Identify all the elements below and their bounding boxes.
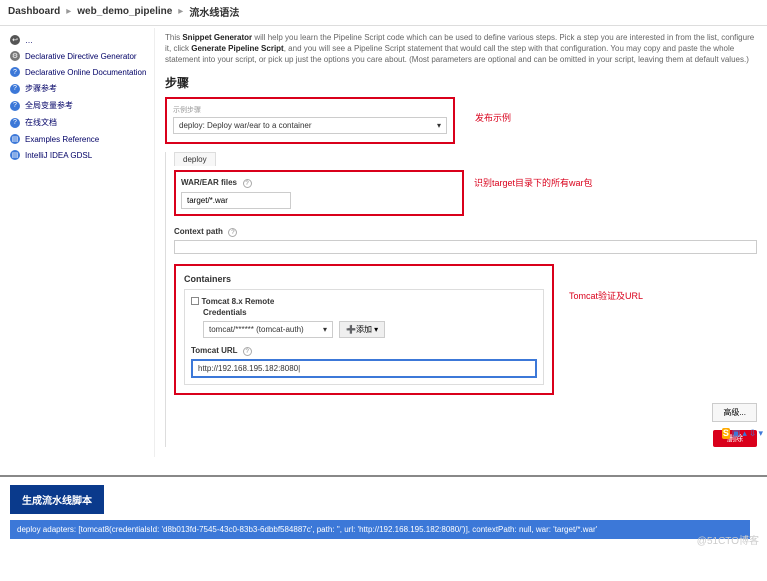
breadcrumb-page[interactable]: 流水线语法 [189,4,239,19]
share-icons[interactable]: S▣▴⇩▾ [722,428,763,439]
step-select-box: 示例步骤 deploy: Deploy war/ear to a contain… [165,97,455,144]
generate-pipeline-button[interactable]: 生成流水线脚本 [10,485,104,514]
context-path-input[interactable] [174,240,757,254]
chevron-down-icon: ▾ [323,325,327,334]
war-files-label: WAR/EAR files [181,178,237,187]
war-files-input[interactable] [181,192,291,209]
step-selected-label: deploy: Deploy war/ear to a container [179,121,312,130]
deploy-tab[interactable]: deploy [174,152,216,166]
advanced-button[interactable]: 高级... [712,403,757,422]
misc-icon[interactable]: ▣ [732,428,741,439]
war-files-box: WAR/EAR files ? [174,170,464,216]
drag-handle-icon[interactable] [191,297,199,305]
credentials-label: Credentials [203,308,537,317]
sidebar-item-online-docs[interactable]: ?在线文档 [6,114,154,131]
help-icon[interactable]: ? [243,347,252,356]
step-dropdown[interactable]: deploy: Deploy war/ear to a container ▾ [173,117,447,134]
containers-box: Containers Tomcat 8.x Remote Credentials… [174,264,554,395]
breadcrumb-project[interactable]: web_demo_pipeline [77,6,172,17]
add-credentials-button[interactable]: ➕添加 ▾ [339,321,385,338]
intro-text: This Snippet Generator will help you lea… [165,32,757,66]
misc-icon[interactable]: ▴ [742,428,747,439]
help-icon[interactable]: ? [228,228,237,237]
sidebar-item-global-vars[interactable]: ?全局变量参考 [6,97,154,114]
share-icon[interactable]: S [722,428,730,439]
tomcat-url-input[interactable] [191,359,537,378]
step-hint: 示例步骤 [167,105,453,115]
help-icon[interactable]: ? [243,179,252,188]
misc-icon[interactable]: ⇩ [749,428,757,439]
chevron-right-icon: ▸ [66,6,71,17]
tomcat-title: Tomcat 8.x Remote [202,297,275,306]
annotation-war: 识别target目录下的所有war包 [474,176,593,189]
context-path-label: Context path [174,227,223,236]
pipeline-script-result[interactable]: deploy adapters: [tomcat8(credentialsId:… [10,520,750,539]
document-icon: ▤ [10,134,20,144]
misc-icon[interactable]: ▾ [758,428,763,439]
section-steps-title: 步骤 [165,74,757,91]
gear-icon: ⚙ [10,51,20,61]
credentials-dropdown[interactable]: tomcat/****** (tomcat-auth) ▾ [203,321,333,338]
back-icon: ↩ [10,35,20,45]
help-icon: ? [10,67,20,77]
watermark: @51CTO博客 [697,532,759,547]
sidebar-item-intellij-gdsl[interactable]: ▤IntelliJ IDEA GDSL [6,147,154,163]
sidebar-item-directive-generator[interactable]: ⚙Declarative Directive Generator [6,48,154,64]
help-icon: ? [10,84,20,94]
sidebar-item-back[interactable]: ↩… [6,32,154,48]
document-icon: ▤ [10,150,20,160]
help-icon: ? [10,101,20,111]
annotation-step: 发布示例 [475,111,511,124]
breadcrumb: Dashboard ▸ web_demo_pipeline ▸ 流水线语法 [0,0,767,23]
help-icon: ? [10,118,20,128]
sidebar-item-examples[interactable]: ▤Examples Reference [6,131,154,147]
sidebar: ↩… ⚙Declarative Directive Generator ?Dec… [0,28,155,457]
annotation-tomcat: Tomcat验证及URL [569,289,643,302]
sidebar-item-step-reference[interactable]: ?步骤参考 [6,80,154,97]
breadcrumb-root[interactable]: Dashboard [8,6,60,17]
tomcat-url-label: Tomcat URL ? [191,346,537,356]
containers-label: Containers [184,274,544,284]
chevron-right-icon: ▸ [178,6,183,17]
chevron-down-icon: ▾ [437,121,441,130]
sidebar-item-online-documentation[interactable]: ?Declarative Online Documentation [6,64,154,80]
